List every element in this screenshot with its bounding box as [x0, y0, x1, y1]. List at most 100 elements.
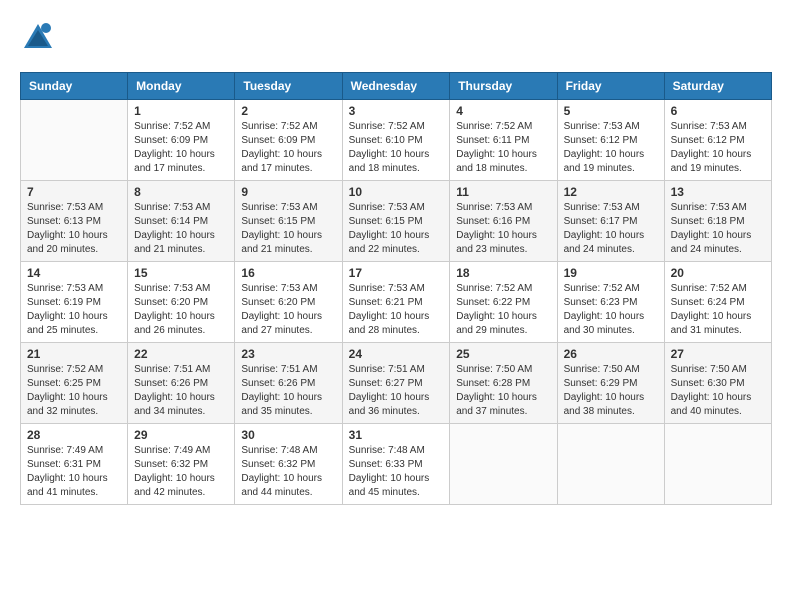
day-info: Sunrise: 7:53 AM Sunset: 6:15 PM Dayligh… [241, 201, 335, 257]
calendar-cell [664, 424, 771, 505]
calendar-cell: 18Sunrise: 7:52 AM Sunset: 6:22 PM Dayli… [450, 262, 557, 343]
header-tuesday: Tuesday [235, 73, 342, 100]
calendar-cell: 8 Sunrise: 7:53 AM Sunset: 6:14 PM Daylig… [128, 181, 235, 262]
logo [20, 20, 60, 56]
calendar-cell: 20 Sunrise: 7:52 AM Sunset: 6:24 PM Dayli… [664, 262, 771, 343]
day-info: Sunrise: 7:52 AM Sunset: 6:11 PM Dayligh… [456, 120, 550, 176]
calendar-cell [557, 424, 664, 505]
day-info: Sunrise: 7:52 AM Sunset: 6:25 PM Dayligh… [27, 363, 121, 419]
day-number: 2 [241, 104, 335, 118]
header-sunday: Sunday [21, 73, 128, 100]
calendar-cell: 2 Sunrise: 7:52 AM Sunset: 6:09 PM Daylig… [235, 100, 342, 181]
calendar-week-row: 14 Sunrise: 7:53 AM Sunset: 6:19 PM Dayli… [21, 262, 772, 343]
day-info: Sunrise: 7:50 AM Sunset: 6:29 PM Dayligh… [564, 363, 658, 419]
calendar-cell: 12 Sunrise: 7:53 AM Sunset: 6:17 PM Dayli… [557, 181, 664, 262]
calendar-cell: 10 Sunrise: 7:53 AM Sunset: 6:15 PM Dayli… [342, 181, 450, 262]
day-info: Sunrise: 7:53 AM Sunset: 6:20 PM Dayligh… [241, 282, 335, 338]
day-number: 31 [349, 428, 444, 442]
day-info: Sunrise: 7:50 AM Sunset: 6:30 PM Dayligh… [671, 363, 765, 419]
day-number: 17 [349, 266, 444, 280]
day-info: Sunrise: 7:53 AM Sunset: 6:13 PM Dayligh… [27, 201, 121, 257]
calendar-table: SundayMondayTuesdayWednesdayThursdayFrid… [20, 72, 772, 505]
calendar-cell: 21 Sunrise: 7:52 AM Sunset: 6:25 PM Dayli… [21, 343, 128, 424]
logo-icon [20, 20, 56, 56]
day-number: 11 [456, 185, 550, 199]
header-wednesday: Wednesday [342, 73, 450, 100]
day-number: 15 [134, 266, 228, 280]
day-number: 21 [27, 347, 121, 361]
day-info: Sunrise: 7:51 AM Sunset: 6:26 PM Dayligh… [134, 363, 228, 419]
day-number: 3 [349, 104, 444, 118]
calendar-cell: 6Sunrise: 7:53 AM Sunset: 6:12 PM Daylig… [664, 100, 771, 181]
calendar-cell: 16 Sunrise: 7:53 AM Sunset: 6:20 PM Dayli… [235, 262, 342, 343]
day-info: Sunrise: 7:53 AM Sunset: 6:20 PM Dayligh… [134, 282, 228, 338]
day-number: 4 [456, 104, 550, 118]
day-info: Sunrise: 7:51 AM Sunset: 6:27 PM Dayligh… [349, 363, 444, 419]
day-number: 10 [349, 185, 444, 199]
calendar-cell: 22 Sunrise: 7:51 AM Sunset: 6:26 PM Dayli… [128, 343, 235, 424]
calendar-cell: 28 Sunrise: 7:49 AM Sunset: 6:31 PM Dayli… [21, 424, 128, 505]
day-number: 9 [241, 185, 335, 199]
day-number: 22 [134, 347, 228, 361]
day-info: Sunrise: 7:52 AM Sunset: 6:09 PM Dayligh… [241, 120, 335, 176]
day-info: Sunrise: 7:52 AM Sunset: 6:23 PM Dayligh… [564, 282, 658, 338]
day-info: Sunrise: 7:53 AM Sunset: 6:12 PM Dayligh… [671, 120, 765, 176]
header-thursday: Thursday [450, 73, 557, 100]
day-number: 29 [134, 428, 228, 442]
day-info: Sunrise: 7:49 AM Sunset: 6:31 PM Dayligh… [27, 444, 121, 500]
day-info: Sunrise: 7:53 AM Sunset: 6:15 PM Dayligh… [349, 201, 444, 257]
calendar-cell: 17 Sunrise: 7:53 AM Sunset: 6:21 PM Dayli… [342, 262, 450, 343]
day-number: 20 [671, 266, 765, 280]
calendar-cell: 23 Sunrise: 7:51 AM Sunset: 6:26 PM Dayli… [235, 343, 342, 424]
calendar-cell: 5 Sunrise: 7:53 AM Sunset: 6:12 PM Daylig… [557, 100, 664, 181]
day-info: Sunrise: 7:48 AM Sunset: 6:32 PM Dayligh… [241, 444, 335, 500]
calendar-cell: 30Sunrise: 7:48 AM Sunset: 6:32 PM Dayli… [235, 424, 342, 505]
header-monday: Monday [128, 73, 235, 100]
day-info: Sunrise: 7:53 AM Sunset: 6:21 PM Dayligh… [349, 282, 444, 338]
day-number: 16 [241, 266, 335, 280]
day-number: 13 [671, 185, 765, 199]
day-number: 25 [456, 347, 550, 361]
day-number: 7 [27, 185, 121, 199]
day-info: Sunrise: 7:51 AM Sunset: 6:26 PM Dayligh… [241, 363, 335, 419]
day-info: Sunrise: 7:52 AM Sunset: 6:09 PM Dayligh… [134, 120, 228, 176]
calendar-cell: 14 Sunrise: 7:53 AM Sunset: 6:19 PM Dayli… [21, 262, 128, 343]
calendar-cell: 25Sunrise: 7:50 AM Sunset: 6:28 PM Dayli… [450, 343, 557, 424]
day-info: Sunrise: 7:53 AM Sunset: 6:18 PM Dayligh… [671, 201, 765, 257]
day-info: Sunrise: 7:49 AM Sunset: 6:32 PM Dayligh… [134, 444, 228, 500]
day-number: 23 [241, 347, 335, 361]
calendar-cell: 9 Sunrise: 7:53 AM Sunset: 6:15 PM Daylig… [235, 181, 342, 262]
calendar-cell: 29 Sunrise: 7:49 AM Sunset: 6:32 PM Dayli… [128, 424, 235, 505]
day-number: 19 [564, 266, 658, 280]
calendar-cell: 26 Sunrise: 7:50 AM Sunset: 6:29 PM Dayli… [557, 343, 664, 424]
day-info: Sunrise: 7:53 AM Sunset: 6:14 PM Dayligh… [134, 201, 228, 257]
day-number: 27 [671, 347, 765, 361]
calendar-cell: 3 Sunrise: 7:52 AM Sunset: 6:10 PM Daylig… [342, 100, 450, 181]
day-info: Sunrise: 7:53 AM Sunset: 6:17 PM Dayligh… [564, 201, 658, 257]
day-number: 24 [349, 347, 444, 361]
day-number: 18 [456, 266, 550, 280]
header-saturday: Saturday [664, 73, 771, 100]
day-number: 28 [27, 428, 121, 442]
day-info: Sunrise: 7:52 AM Sunset: 6:10 PM Dayligh… [349, 120, 444, 176]
calendar-cell: 19 Sunrise: 7:52 AM Sunset: 6:23 PM Dayli… [557, 262, 664, 343]
day-number: 5 [564, 104, 658, 118]
day-number: 26 [564, 347, 658, 361]
calendar-cell [450, 424, 557, 505]
calendar-week-row: 28 Sunrise: 7:49 AM Sunset: 6:31 PM Dayli… [21, 424, 772, 505]
day-info: Sunrise: 7:53 AM Sunset: 6:12 PM Dayligh… [564, 120, 658, 176]
day-number: 8 [134, 185, 228, 199]
calendar-week-row: 7 Sunrise: 7:53 AM Sunset: 6:13 PM Daylig… [21, 181, 772, 262]
calendar-cell: 13 Sunrise: 7:53 AM Sunset: 6:18 PM Dayli… [664, 181, 771, 262]
day-info: Sunrise: 7:52 AM Sunset: 6:24 PM Dayligh… [671, 282, 765, 338]
calendar-cell: 11Sunrise: 7:53 AM Sunset: 6:16 PM Dayli… [450, 181, 557, 262]
calendar-cell: 24 Sunrise: 7:51 AM Sunset: 6:27 PM Dayli… [342, 343, 450, 424]
day-info: Sunrise: 7:48 AM Sunset: 6:33 PM Dayligh… [349, 444, 444, 500]
calendar-cell: 1 Sunrise: 7:52 AM Sunset: 6:09 PM Daylig… [128, 100, 235, 181]
calendar-cell: 15 Sunrise: 7:53 AM Sunset: 6:20 PM Dayli… [128, 262, 235, 343]
day-number: 1 [134, 104, 228, 118]
day-info: Sunrise: 7:53 AM Sunset: 6:19 PM Dayligh… [27, 282, 121, 338]
day-number: 14 [27, 266, 121, 280]
calendar-cell: 27 Sunrise: 7:50 AM Sunset: 6:30 PM Dayli… [664, 343, 771, 424]
day-number: 12 [564, 185, 658, 199]
